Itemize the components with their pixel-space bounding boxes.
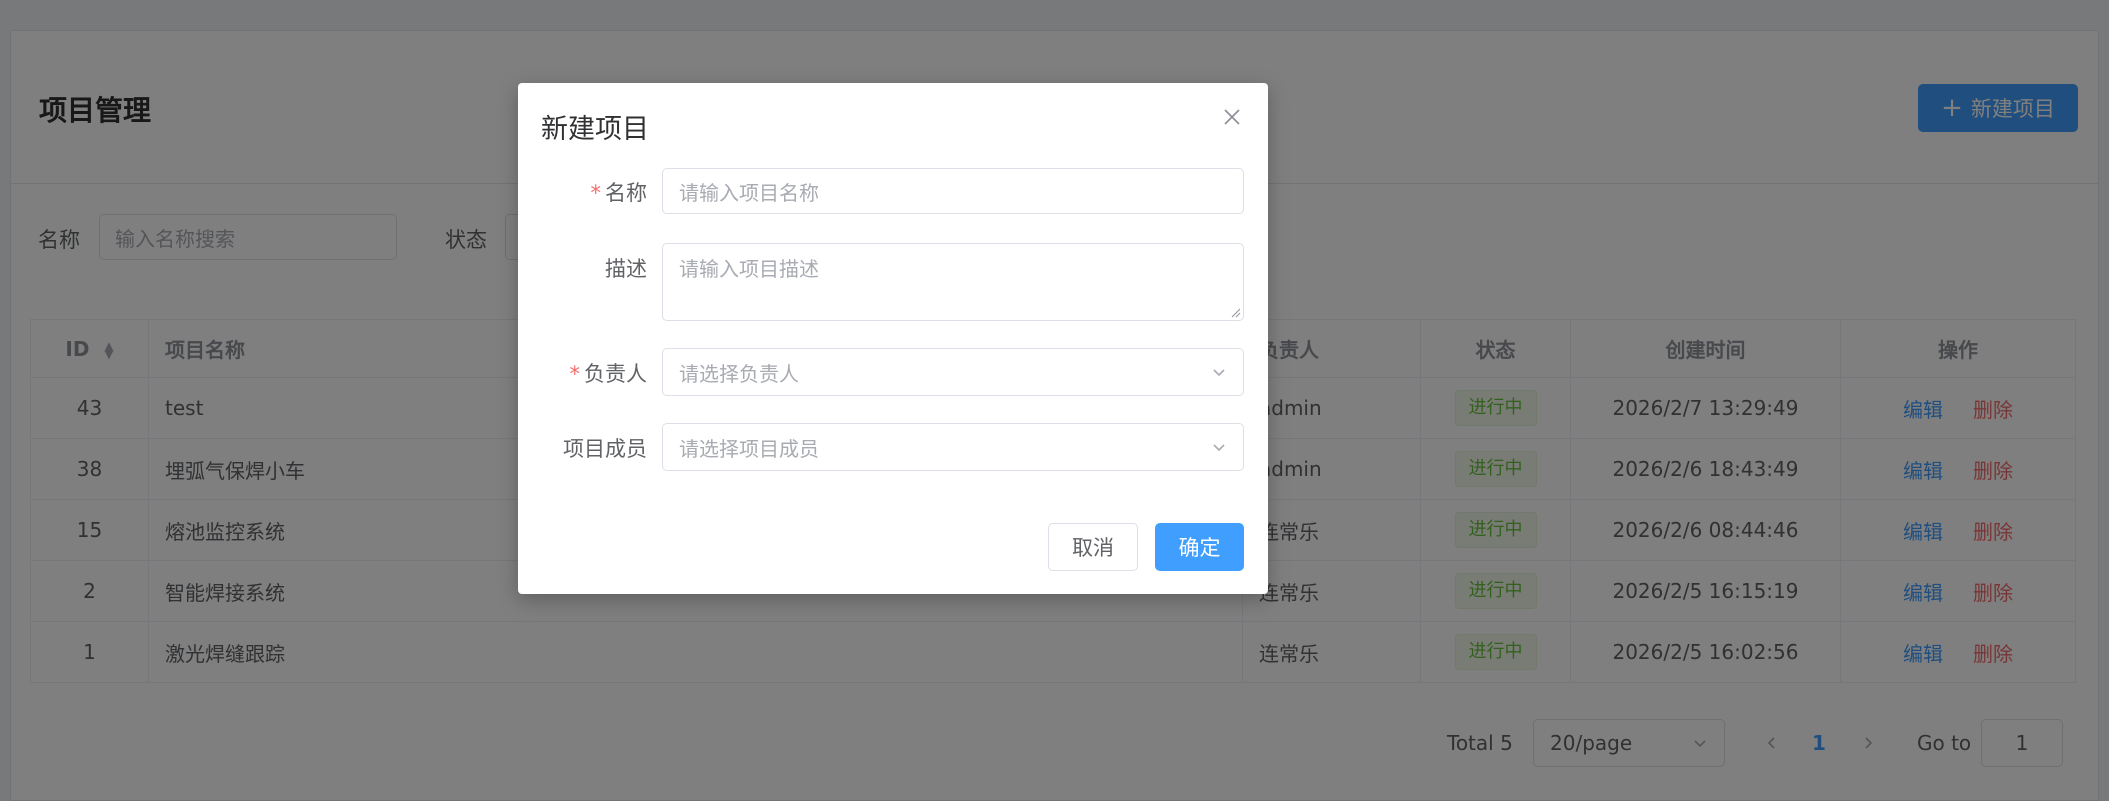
owner-placeholder: 请选择负责人: [679, 361, 799, 386]
owner-select[interactable]: 请选择负责人: [662, 348, 1244, 396]
dialog-title: 新建项目: [541, 114, 649, 145]
form-label-owner: * 负责人: [569, 362, 648, 386]
close-icon[interactable]: [1220, 105, 1244, 129]
resize-handle-icon[interactable]: [1231, 308, 1241, 318]
members-select[interactable]: 请选择项目成员: [662, 423, 1244, 471]
project-description-textarea[interactable]: 请输入项目描述: [662, 243, 1244, 321]
cancel-button[interactable]: 取消: [1048, 523, 1138, 571]
form-label-name: * 名称: [590, 181, 648, 205]
members-placeholder: 请选择项目成员: [679, 436, 819, 461]
project-name-placeholder: 请输入项目名称: [679, 180, 819, 205]
new-project-dialog: 新建项目 * 名称 请输入项目名称 描述 请输入项目描述 * 负责人 请选择负责人 …: [518, 83, 1268, 594]
form-label-description: 描述: [605, 257, 647, 281]
project-name-input[interactable]: 请输入项目名称: [662, 168, 1244, 214]
confirm-button[interactable]: 确定: [1155, 523, 1244, 571]
form-label-members: 项目成员: [563, 437, 647, 461]
project-description-placeholder: 请输入项目描述: [679, 257, 819, 281]
required-mark: *: [569, 362, 581, 386]
chevron-down-icon: [1213, 369, 1225, 377]
required-mark: *: [590, 181, 602, 205]
chevron-down-icon: [1213, 444, 1225, 452]
